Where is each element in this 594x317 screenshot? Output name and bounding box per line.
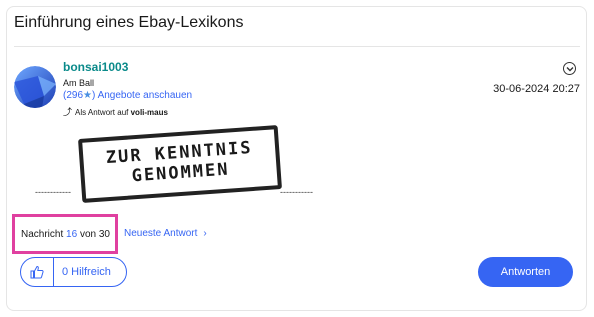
divider xyxy=(14,46,580,47)
message-of-label: von xyxy=(79,229,97,240)
helpful-button[interactable]: 0 Hilfreich xyxy=(20,257,127,287)
message-label: Nachricht xyxy=(21,229,64,240)
dashes-left: ------------ xyxy=(35,187,71,197)
username-link[interactable]: bonsai1003 xyxy=(63,60,128,74)
reply-to-prefix: Als Antwort auf xyxy=(75,108,129,117)
stamp-line2: GENOMMEN xyxy=(131,159,231,187)
reply-to-user-link[interactable]: voli-maus xyxy=(131,108,168,117)
message-counter: Nachricht 16 von 30 xyxy=(21,229,110,240)
dashes-right: ----------- xyxy=(280,187,313,197)
user-rank: Am Ball xyxy=(63,78,95,88)
reply-button[interactable]: Antworten xyxy=(478,257,573,287)
message-total: 30 xyxy=(98,229,110,240)
reply-arrow-icon: ⤴ xyxy=(63,107,73,117)
feedback-row: (296★) Angebote anschauen xyxy=(63,90,192,101)
latest-answer-label: Neueste Antwort xyxy=(124,228,198,239)
latest-answer-link[interactable]: Neueste Antwort › xyxy=(124,228,207,239)
view-offers-link[interactable]: Angebote anschauen xyxy=(98,90,193,101)
avatar[interactable] xyxy=(14,66,56,108)
thread-title: Einführung eines Ebay-Lexikons xyxy=(14,14,244,31)
reply-to: ⤴ Als Antwort auf voli-maus xyxy=(63,105,168,118)
feedback-score[interactable]: (296 xyxy=(63,90,83,101)
feedback-score-close: ) xyxy=(91,90,96,101)
chevron-down-icon xyxy=(566,66,573,71)
message-current: 16 xyxy=(66,229,78,240)
star-icon: ★ xyxy=(83,90,92,101)
helpful-label: 0 Hilfreich xyxy=(62,266,111,278)
thumbs-up-icon xyxy=(21,258,54,286)
chevron-right-icon: › xyxy=(203,228,207,239)
post-menu-button[interactable] xyxy=(563,62,576,75)
post-timestamp: 30-06-2024 20:27 xyxy=(493,83,580,95)
